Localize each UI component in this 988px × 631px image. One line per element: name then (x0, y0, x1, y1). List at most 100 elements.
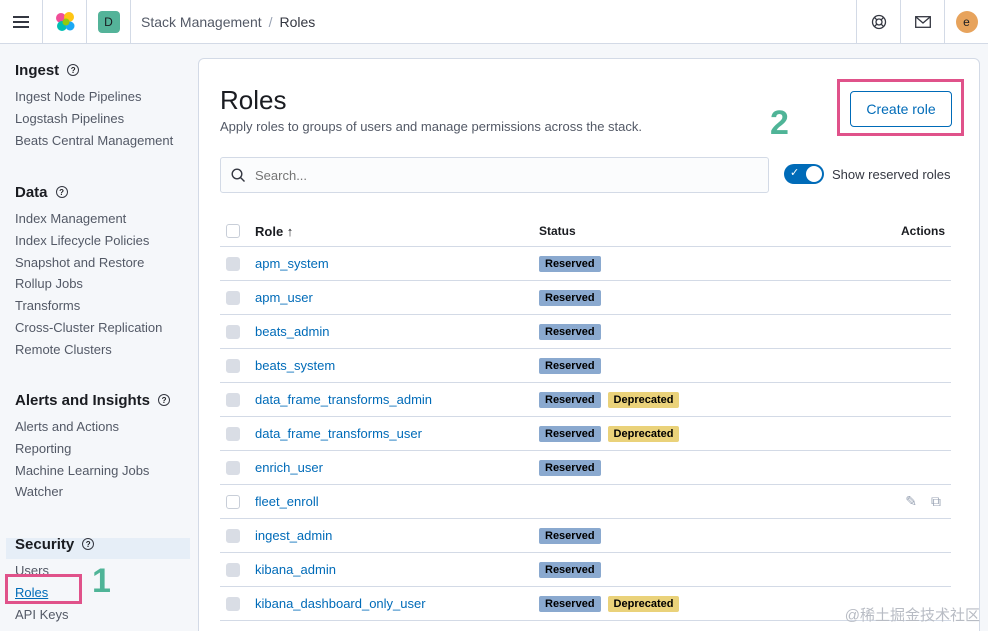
role-name-link[interactable]: kibana_dashboard_only_user (255, 596, 539, 611)
row-checkbox (226, 528, 240, 543)
nav-group-data: Data ? Index Management Index Lifecycle … (15, 181, 162, 361)
status-cell: Reserved Deprecated (539, 425, 881, 442)
sidebar-item-alerts-and-actions[interactable]: Alerts and Actions (15, 416, 170, 438)
role-name-link[interactable]: apm_user (255, 290, 539, 305)
toggle-switch[interactable]: ✓ (784, 164, 824, 184)
role-name-link[interactable]: enrich_user (255, 460, 539, 475)
row-checkbox (226, 596, 240, 611)
table-row: enrich_user Reserved (220, 451, 951, 485)
nav-group-title: Alerts and Insights ? (15, 389, 171, 411)
table-row: data_frame_transforms_admin Reserved Depre… (220, 383, 951, 417)
row-checkbox (226, 562, 240, 577)
column-header-role[interactable]: Role ↑ (255, 224, 539, 239)
nav-group-ingest: Ingest ? Ingest Node Pipelines Logstash … (15, 59, 173, 151)
help-icon[interactable]: ? (158, 394, 171, 406)
watermark: @稀土掘金技术社区 (844, 607, 980, 624)
table-row: kibana_admin Reserved (220, 553, 951, 587)
nav-group-title: Ingest ? (15, 59, 173, 81)
check-icon: ✓ (790, 167, 800, 179)
column-header-actions: Actions (900, 224, 945, 238)
nav-group-title-text: Ingest (15, 61, 60, 79)
annotation-step-2: 2 (770, 104, 789, 142)
sidebar-item-ingest-node-pipelines[interactable]: Ingest Node Pipelines (15, 86, 173, 108)
elastic-logo-icon (55, 11, 74, 31)
row-checkbox (226, 256, 240, 271)
roles-table: Role ↑ Status Actions apm_system Reserved… (220, 216, 951, 621)
sidebar-item-index-lifecycle-policies[interactable]: Index Lifecycle Policies (15, 230, 162, 252)
top-header: D Stack Management / Roles e (0, 0, 988, 44)
page-title: Roles (220, 85, 287, 115)
column-header-role-text: Role (255, 223, 284, 239)
table-row: apm_system Reserved (220, 247, 951, 281)
clone-icon[interactable]: ⧉ (931, 493, 941, 510)
sidebar-item-reporting[interactable]: Reporting (15, 438, 170, 460)
help-button[interactable] (856, 0, 900, 44)
deprecated-badge: Deprecated (607, 595, 680, 612)
sort-ascending-icon: ↑ (286, 223, 294, 239)
row-checkbox (226, 460, 240, 475)
reserved-badge: Reserved (539, 357, 601, 374)
reserved-badge: Reserved (539, 459, 601, 476)
reserved-badge: Reserved (539, 323, 601, 340)
edit-icon[interactable]: ✎ (905, 493, 917, 510)
status-cell: Reserved Deprecated (539, 391, 881, 408)
status-cell: Reserved (539, 289, 881, 306)
sidebar-item-transforms[interactable]: Transforms (15, 295, 162, 317)
nav-group-title: Security ? (15, 533, 95, 555)
annotation-step-1: 1 (92, 562, 111, 600)
sidebar-item-index-management[interactable]: Index Management (15, 208, 162, 230)
role-name-link[interactable]: ingest_admin (255, 528, 539, 543)
sidebar-item-rollup-jobs[interactable]: Rollup Jobs (15, 273, 162, 295)
search-field[interactable] (220, 157, 769, 193)
nav-group-title-text: Alerts and Insights (15, 391, 151, 409)
table-header: Role ↑ Status Actions (220, 216, 951, 247)
table-row: ingest_admin Reserved (220, 519, 951, 553)
sidebar-item-api-keys[interactable]: API Keys (15, 604, 94, 626)
deprecated-badge: Deprecated (607, 425, 680, 442)
help-icon[interactable]: ? (67, 64, 80, 76)
sidebar-item-logstash-pipelines[interactable]: Logstash Pipelines (15, 108, 173, 130)
help-icon[interactable]: ? (55, 186, 68, 198)
status-cell: Reserved (539, 323, 881, 340)
nav-group-title-text: Data (15, 183, 48, 201)
actions-cell: ✎ ⧉ (881, 493, 951, 510)
search-input[interactable] (255, 167, 745, 183)
role-name-link[interactable]: kibana_admin (255, 562, 539, 577)
sidebar-item-watcher[interactable]: Watcher (15, 481, 170, 503)
status-cell: Reserved (539, 561, 881, 578)
select-all-checkbox[interactable] (226, 224, 240, 238)
reserved-badge: Reserved (539, 255, 601, 272)
hamburger-icon (13, 15, 29, 28)
status-cell: Reserved Deprecated (539, 595, 881, 612)
status-cell: Reserved (539, 357, 881, 374)
user-menu-button[interactable]: e (944, 0, 988, 44)
newsfeed-button[interactable] (900, 0, 944, 44)
user-avatar: e (955, 10, 978, 33)
sidebar-item-beats-central-management[interactable]: Beats Central Management (15, 130, 173, 152)
role-name-link[interactable]: data_frame_transforms_user (255, 426, 539, 441)
role-name-link[interactable]: apm_system (255, 256, 539, 271)
status-cell: Reserved (539, 255, 881, 272)
reserved-badge: Reserved (539, 391, 601, 408)
sidebar-item-remote-clusters[interactable]: Remote Clusters (15, 339, 162, 361)
row-checkbox[interactable] (226, 494, 240, 509)
sidebar-item-machine-learning-jobs[interactable]: Machine Learning Jobs (15, 460, 170, 482)
role-name-link[interactable]: beats_admin (255, 324, 539, 339)
elastic-logo[interactable] (43, 0, 87, 44)
nav-group-alerts-and-insights: Alerts and Insights ? Alerts and Actions… (15, 389, 171, 503)
deprecated-badge: Deprecated (607, 391, 680, 408)
menu-button[interactable] (0, 0, 43, 44)
space-avatar: D (97, 10, 120, 33)
role-name-link[interactable]: data_frame_transforms_admin (255, 392, 539, 407)
sidebar-item-cross-cluster-replication[interactable]: Cross-Cluster Replication (15, 317, 162, 339)
help-icon[interactable]: ? (82, 538, 95, 550)
column-header-status: Status (539, 224, 576, 238)
show-reserved-roles-switch[interactable]: ✓ Show reserved roles (784, 164, 951, 184)
breadcrumb-stack-management[interactable]: Stack Management (141, 14, 262, 30)
role-name-link[interactable]: fleet_enroll (255, 494, 539, 509)
row-checkbox (226, 324, 240, 339)
sidebar-item-snapshot-and-restore[interactable]: Snapshot and Restore (15, 252, 162, 274)
annotation-highlight-roles (5, 574, 82, 604)
space-selector[interactable]: D (87, 0, 131, 44)
role-name-link[interactable]: beats_system (255, 358, 539, 373)
